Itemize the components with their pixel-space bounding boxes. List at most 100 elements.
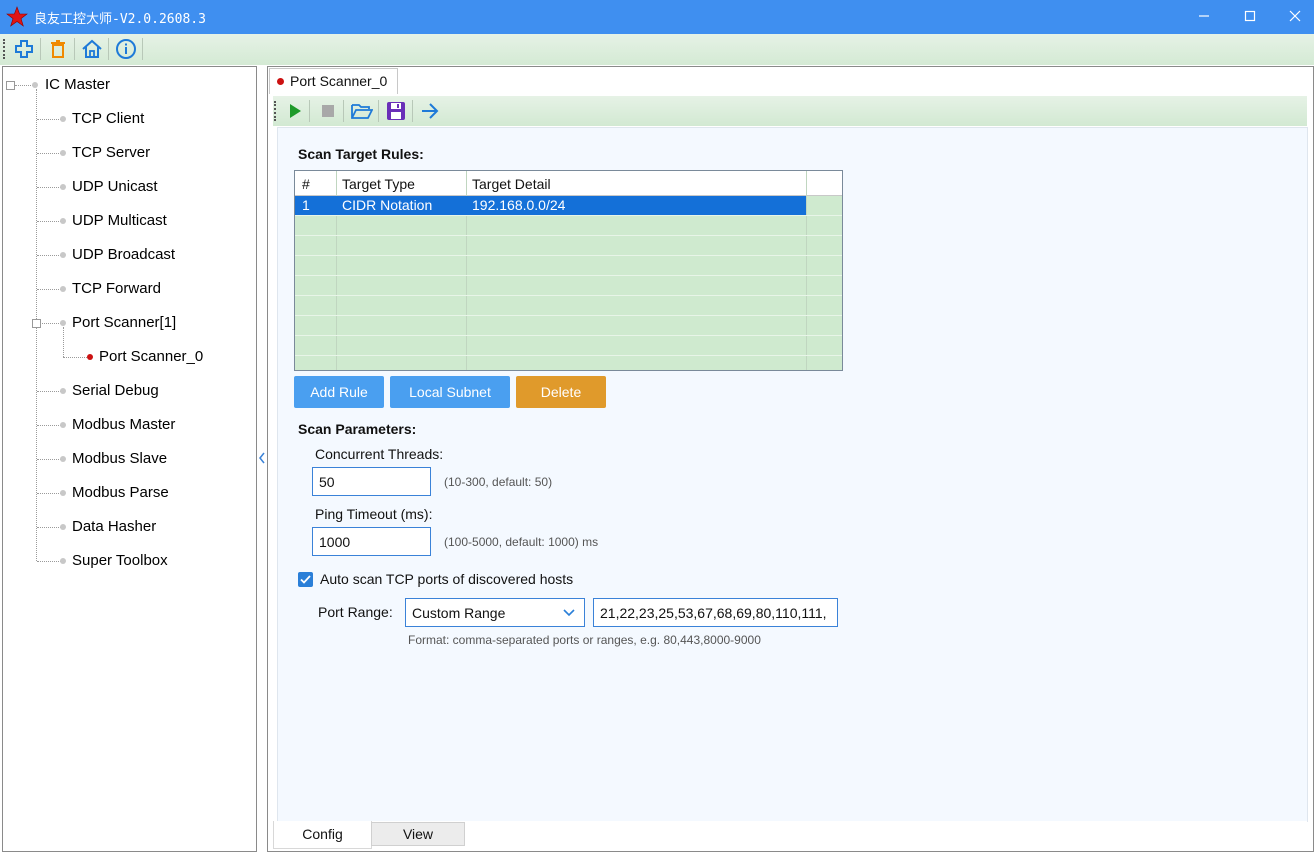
tree-item-tcp-forward[interactable]: TCP Forward: [72, 280, 161, 297]
row-divider: [295, 235, 842, 236]
tree-item-tcp-client[interactable]: TCP Client: [72, 110, 144, 127]
timeout-hint: (100-5000, default: 1000) ms: [444, 535, 599, 549]
toolbar-separator: [343, 100, 344, 122]
row-divider: [295, 215, 842, 216]
port-range-input[interactable]: 21,22,23,25,53,67,68,69,80,110,111,: [593, 598, 838, 627]
toolbar-separator: [142, 38, 143, 60]
tree-item-serial-debug[interactable]: Serial Debug: [72, 382, 159, 399]
tree-connector: [63, 357, 89, 358]
port-range-label: Port Range:: [318, 604, 393, 620]
scan-rules-title: Scan Target Rules:: [298, 146, 424, 162]
tree-item-udp-unicast[interactable]: UDP Unicast: [72, 178, 158, 195]
tab-port-scanner-0[interactable]: Port Scanner_0: [269, 68, 398, 94]
local-subnet-button[interactable]: Local Subnet: [390, 376, 510, 408]
maximize-button[interactable]: [1227, 0, 1273, 34]
tab-label: Port Scanner_0: [290, 73, 388, 89]
info-icon: [116, 39, 136, 59]
tree-node-bullet: [60, 286, 66, 292]
table-row[interactable]: 1 CIDR Notation 192.168.0.0/24: [295, 196, 806, 215]
maximize-icon: [1244, 10, 1256, 22]
toolbar-separator: [108, 38, 109, 60]
toolbar-separator: [74, 38, 75, 60]
tree-node-bullet: [60, 320, 66, 326]
column-divider: [806, 171, 807, 370]
scan-rules-table[interactable]: # Target Type Target Detail 1 CIDR Notat…: [294, 170, 843, 371]
tree-item-modbus-master[interactable]: Modbus Master: [72, 416, 175, 433]
open-button[interactable]: [350, 99, 374, 123]
scanner-toolbar: [273, 96, 1307, 126]
tree-item-udp-broadcast[interactable]: UDP Broadcast: [72, 246, 175, 263]
tree-connector: [15, 85, 33, 86]
row-divider: [295, 335, 842, 336]
tree-node-bullet: [60, 490, 66, 496]
save-icon: [387, 102, 405, 120]
scan-params-title: Scan Parameters:: [298, 421, 417, 437]
checkmark-icon: [300, 575, 311, 584]
tree-node-bullet: [60, 524, 66, 530]
timeout-label: Ping Timeout (ms):: [315, 506, 433, 522]
tree-root-expander[interactable]: [6, 81, 15, 90]
tree-root-ic-master[interactable]: IC Master: [45, 76, 110, 93]
close-button[interactable]: [1272, 0, 1314, 34]
forward-button[interactable]: [418, 99, 442, 123]
autoscan-label[interactable]: Auto scan TCP ports of discovered hosts: [320, 571, 573, 587]
arrow-right-icon: [422, 103, 439, 119]
autoscan-checkbox[interactable]: [298, 572, 313, 587]
tree-node-bullet: [60, 558, 66, 564]
tree-item-super-toolbox[interactable]: Super Toolbox: [72, 552, 168, 569]
cell-target-type: CIDR Notation: [342, 197, 433, 213]
tree-item-port-scanner-group[interactable]: Port Scanner[1]: [72, 314, 176, 331]
tab-status-dot: [277, 78, 284, 85]
toolbar-separator: [378, 100, 379, 122]
column-header-num[interactable]: #: [302, 176, 310, 192]
add-button[interactable]: [12, 37, 36, 61]
port-range-select[interactable]: Custom Range: [405, 598, 585, 627]
title-bar: 良友工控大师-V2.0.2608.3: [0, 0, 1314, 34]
column-header-target-type[interactable]: Target Type: [342, 176, 415, 192]
tree-item-port-scanner-0[interactable]: Port Scanner_0: [99, 348, 203, 365]
window-title: 良友工控大师-V2.0.2608.3: [34, 12, 206, 27]
stop-button[interactable]: [316, 99, 340, 123]
tree-node-bullet: [60, 116, 66, 122]
toolbar-separator: [309, 100, 310, 122]
tree-node-bullet: [60, 456, 66, 462]
chevron-left-icon: [259, 452, 265, 464]
tree-node-bullet: [60, 150, 66, 156]
open-folder-icon: [351, 104, 373, 119]
delete-icon: [51, 40, 65, 58]
tree-node-bullet: [60, 184, 66, 190]
timeout-input[interactable]: 1000: [312, 527, 431, 556]
tree-node-bullet: [60, 388, 66, 394]
start-button[interactable]: [283, 99, 307, 123]
save-button[interactable]: [384, 99, 408, 123]
home-button[interactable]: [80, 37, 104, 61]
tree-expander-port-scanner[interactable]: [32, 319, 41, 328]
tree-item-data-hasher[interactable]: Data Hasher: [72, 518, 156, 535]
navigation-tree: IC Master TCP Client TCP Server UDP Unic…: [2, 66, 257, 852]
tab-view[interactable]: View: [371, 822, 465, 846]
tree-item-udp-multicast[interactable]: UDP Multicast: [72, 212, 167, 229]
add-rule-button[interactable]: Add Rule: [294, 376, 384, 408]
toolbar-grip[interactable]: [274, 101, 278, 121]
delete-rule-button[interactable]: Delete: [516, 376, 606, 408]
row-divider: [295, 315, 842, 316]
toolbar-grip[interactable]: [3, 39, 7, 59]
threads-hint: (10-300, default: 50): [444, 475, 553, 489]
tree-item-modbus-slave[interactable]: Modbus Slave: [72, 450, 167, 467]
column-header-target-detail[interactable]: Target Detail: [472, 176, 551, 192]
add-icon: [15, 40, 33, 58]
minimize-button[interactable]: [1181, 0, 1227, 34]
cell-num: 1: [302, 197, 310, 213]
row-divider: [295, 255, 842, 256]
info-button[interactable]: [114, 37, 138, 61]
row-divider: [295, 355, 842, 356]
row-divider: [295, 295, 842, 296]
tab-config[interactable]: Config: [273, 821, 372, 849]
row-divider: [295, 275, 842, 276]
tree-item-tcp-server[interactable]: TCP Server: [72, 144, 150, 161]
tree-item-modbus-parse[interactable]: Modbus Parse: [72, 484, 169, 501]
tree-node-bullet: [32, 82, 38, 88]
threads-input[interactable]: 50: [312, 467, 431, 496]
collapse-panel-button[interactable]: [257, 451, 267, 465]
delete-button[interactable]: [46, 37, 70, 61]
